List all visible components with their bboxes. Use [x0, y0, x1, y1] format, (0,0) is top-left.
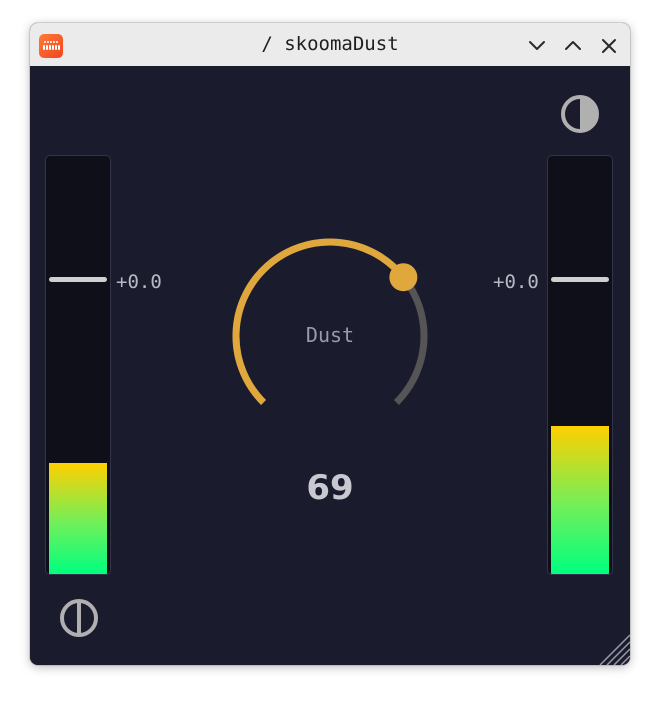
close-icon — [602, 39, 616, 53]
left-gain-label: +0.0 — [116, 271, 162, 293]
phase-circle-icon — [60, 599, 98, 637]
right-gain-handle[interactable] — [551, 277, 609, 282]
left-gain-handle[interactable] — [49, 277, 107, 282]
plugin-window: / skoomaDust +0.0 +0.0 Dust 69 — [30, 23, 630, 665]
knob-label: Dust — [305, 323, 355, 347]
knob-indicator — [389, 263, 418, 292]
right-level-meter[interactable] — [547, 155, 613, 575]
title-bar[interactable]: / skoomaDust — [30, 23, 630, 67]
left-meter-fill — [49, 463, 107, 574]
phase-toggle-button[interactable] — [57, 596, 101, 640]
knob-value: 69 — [306, 468, 354, 508]
right-meter-fill — [551, 426, 609, 574]
contrast-half-icon — [561, 95, 599, 133]
right-gain-label: +0.0 — [493, 271, 539, 293]
resize-grip-icon — [599, 634, 630, 665]
chevron-down-icon — [529, 41, 545, 50]
plugin-body: +0.0 +0.0 Dust 69 — [30, 66, 630, 665]
maximize-button[interactable] — [561, 34, 585, 58]
close-button[interactable] — [597, 34, 621, 58]
left-level-meter[interactable] — [45, 155, 111, 575]
minimize-button[interactable] — [525, 34, 549, 58]
resize-grip[interactable] — [594, 629, 630, 665]
chevron-up-icon — [565, 41, 581, 50]
contrast-toggle-button[interactable] — [558, 92, 602, 136]
